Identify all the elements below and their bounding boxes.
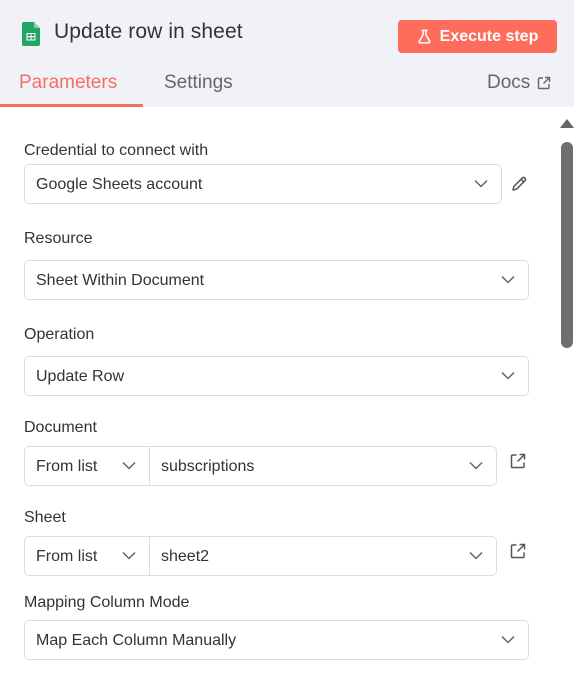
credential-label: Credential to connect with [24,142,209,159]
sheet-select[interactable]: sheet2 [149,536,497,576]
scroll-up-arrow[interactable] [560,119,574,128]
chevron-down-icon [474,179,488,188]
resource-value: Sheet Within Document [36,272,205,289]
docs-link[interactable]: Docs [487,72,551,94]
document-mode-select[interactable]: From list [24,446,150,486]
flask-icon [418,29,431,44]
mapping-column-mode-value: Map Each Column Manually [36,632,237,649]
mapping-column-mode-select[interactable]: Map Each Column Manually [24,620,529,660]
chevron-down-icon [501,275,515,284]
chevron-down-icon [501,371,515,380]
resource-label: Resource [24,230,93,247]
document-value: subscriptions [161,458,255,475]
sheet-label: Sheet [24,509,66,526]
credential-value: Google Sheets account [36,176,203,193]
document-label: Document [24,419,97,436]
active-tab-indicator [0,104,143,107]
docs-label: Docs [487,72,531,93]
chevron-down-icon [469,551,483,560]
credential-select[interactable]: Google Sheets account [24,164,502,204]
document-mode-value: From list [36,458,98,475]
execute-step-button[interactable]: Execute step [398,20,557,53]
google-sheets-icon [22,22,40,46]
chevron-down-icon [501,635,515,644]
document-select[interactable]: subscriptions [149,446,497,486]
operation-value: Update Row [36,368,125,385]
execute-step-label: Execute step [439,27,539,45]
external-link-icon[interactable] [509,542,527,560]
node-title: Update row in sheet [54,20,243,43]
sheet-mode-value: From list [36,548,98,565]
chevron-down-icon [122,461,136,470]
operation-select[interactable]: Update Row [24,356,529,396]
external-link-icon[interactable] [509,452,527,470]
tab-parameters[interactable]: Parameters [19,72,117,94]
sheet-mode-select[interactable]: From list [24,536,150,576]
operation-label: Operation [24,326,95,343]
sheet-value: sheet2 [161,548,210,565]
chevron-down-icon [122,551,136,560]
scrollbar-thumb[interactable] [561,142,573,348]
mapping-column-mode-label: Mapping Column Mode [24,594,190,611]
pencil-icon[interactable] [510,175,528,193]
external-link-icon [538,76,551,90]
node-header: Update row in sheet Execute step Paramet… [0,0,574,107]
tab-settings[interactable]: Settings [164,72,233,94]
resource-select[interactable]: Sheet Within Document [24,260,529,300]
chevron-down-icon [469,461,483,470]
